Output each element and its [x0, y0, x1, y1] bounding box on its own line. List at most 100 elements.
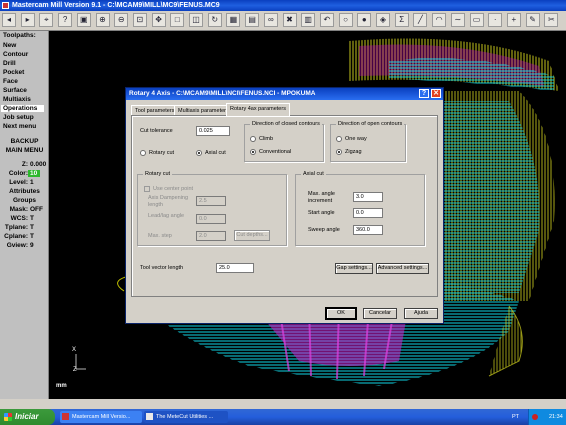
- tab-rotary-4ax-parameters[interactable]: Rotary 4ax parameters: [226, 103, 290, 116]
- dialog-title: Rotary 4 Axis - C:\MCAM9\MILL\NCI\FENUS.…: [129, 90, 316, 97]
- help-button[interactable]: Ajuda: [404, 308, 438, 319]
- unzoom-icon[interactable]: ⊖: [114, 13, 129, 27]
- line-icon[interactable]: ╱: [413, 13, 428, 27]
- start-label: Iniciar: [15, 412, 39, 421]
- max-step-input[interactable]: 2.0: [196, 231, 226, 241]
- rotary-cut-radio[interactable]: [140, 150, 146, 156]
- gview-icon[interactable]: ◫: [189, 13, 203, 27]
- axial-cut-radio[interactable]: [196, 150, 202, 156]
- axis-x-label: X: [72, 347, 77, 353]
- conventional-radio[interactable]: [250, 149, 256, 155]
- menu-item-drill[interactable]: Drill: [3, 60, 16, 67]
- sweep-angle-input[interactable]: 360.0: [353, 225, 383, 235]
- sigma-icon[interactable]: Σ: [394, 13, 409, 27]
- chain-icon[interactable]: ∞: [263, 13, 278, 27]
- select-icon[interactable]: ⌖: [39, 13, 54, 27]
- cut-depths-button[interactable]: Cut depths...: [234, 230, 270, 241]
- language-indicator[interactable]: PT: [512, 409, 519, 425]
- plus-icon[interactable]: +: [506, 13, 521, 27]
- arc-icon[interactable]: ◠: [432, 13, 447, 27]
- mastercam-icon: [2, 2, 9, 9]
- task-metecut[interactable]: The MeteCut Utilities ...: [144, 411, 228, 423]
- axial-cut-group: Axial cut Max. angle increment 3.0 Start…: [295, 170, 425, 246]
- open-contours-label: Direction of open contours: [336, 120, 405, 128]
- color-setting[interactable]: Color: 10: [2, 170, 47, 177]
- rectangle-icon[interactable]: ▭: [469, 13, 484, 27]
- print-icon[interactable]: ▤: [245, 13, 260, 27]
- task-mastercam[interactable]: Mastercam Mill Versio...: [60, 411, 142, 423]
- layer-icon[interactable]: ▥: [301, 13, 316, 27]
- zigzag-radio[interactable]: [336, 149, 342, 155]
- main-menu-button[interactable]: MAIN MENU: [3, 147, 46, 154]
- cplane-setting[interactable]: Cplane: T: [2, 233, 47, 240]
- zoom-icon[interactable]: ⊕: [95, 13, 110, 27]
- attributes-button[interactable]: Attributes: [3, 188, 46, 195]
- repaint-icon[interactable]: ▦: [226, 13, 241, 27]
- cut-tolerance-input[interactable]: 0.025: [196, 126, 230, 136]
- tab-multiaxis-parameters[interactable]: Multiaxis parameters: [174, 105, 233, 115]
- gap-settings-button[interactable]: Gap settings...: [335, 263, 373, 274]
- tab-tool-parameters[interactable]: Tool parameters: [131, 105, 179, 115]
- climb-radio[interactable]: [250, 136, 256, 142]
- status-strip: [0, 399, 566, 409]
- spline-icon[interactable]: ∼: [450, 13, 465, 27]
- axial-cut-label: Axial cut: [205, 150, 226, 156]
- metecut-task-icon: [146, 413, 153, 420]
- circle-icon[interactable]: ○: [338, 13, 353, 27]
- zoom-window-icon[interactable]: ⊡: [132, 13, 147, 27]
- mask-setting[interactable]: Mask: OFF: [2, 206, 47, 213]
- tray-icon[interactable]: [532, 414, 538, 420]
- gview-setting[interactable]: Gview: 9: [2, 242, 47, 249]
- toolpaths-menu-panel: Toolpaths: New Contour Drill Pocket Face…: [0, 31, 49, 399]
- start-angle-input[interactable]: 0.0: [353, 208, 383, 218]
- pan-icon[interactable]: ✥: [151, 13, 166, 27]
- z-depth-setting[interactable]: Z: 0.000: [2, 161, 47, 168]
- gview-top-icon[interactable]: ▣: [76, 13, 91, 27]
- wcs-setting[interactable]: WCS: T: [2, 215, 47, 222]
- start-button[interactable]: Iniciar: [0, 409, 55, 425]
- axis-dampening-input[interactable]: 2.5: [196, 196, 226, 206]
- menu-item-contour[interactable]: Contour: [3, 51, 28, 58]
- axial-cut-group-label: Axial cut: [301, 170, 326, 178]
- menu-item-operations[interactable]: Operations: [1, 105, 44, 112]
- mastercam-task-icon: [62, 413, 69, 420]
- tool-vector-input[interactable]: 25.0: [216, 263, 254, 273]
- tplane-setting[interactable]: Tplane: T: [2, 224, 47, 231]
- groups-button[interactable]: Groups: [3, 197, 46, 204]
- lead-lag-input[interactable]: 0.0: [196, 214, 226, 224]
- help-title-button[interactable]: ?: [419, 89, 429, 98]
- tool-vector-label: Tool vector length: [140, 265, 184, 271]
- forward-arrow-icon[interactable]: ▸: [20, 13, 35, 27]
- analyze-icon[interactable]: ◈: [376, 13, 390, 27]
- dialog-title-bar[interactable]: Rotary 4 Axis - C:\MCAM9\MILL\NCI\FENUS.…: [126, 88, 443, 100]
- rotary-cut-group-label: Rotary cut: [143, 170, 173, 178]
- screen-fit-icon[interactable]: □: [170, 13, 185, 27]
- max-angle-input[interactable]: 3.0: [353, 192, 383, 202]
- rotate-icon[interactable]: ↻: [207, 13, 222, 27]
- undo-icon[interactable]: ↶: [319, 13, 334, 27]
- advanced-settings-button[interactable]: Advanced settings...: [376, 263, 429, 274]
- close-icon[interactable]: ✕: [431, 89, 441, 98]
- backup-button[interactable]: BACKUP: [3, 138, 46, 145]
- menu-item-multiaxis[interactable]: Multiaxis: [3, 96, 31, 103]
- edit-icon[interactable]: ✎: [525, 13, 540, 27]
- use-center-point-checkbox[interactable]: [144, 186, 150, 192]
- closed-contours-label: Direction of closed contours: [250, 120, 322, 128]
- cancel-button[interactable]: Cancelar: [363, 308, 397, 319]
- point-icon[interactable]: ·: [488, 13, 503, 27]
- delete-icon[interactable]: ✖: [282, 13, 297, 27]
- menu-item-job-setup[interactable]: Job setup: [3, 114, 34, 121]
- trim-icon[interactable]: ✂: [544, 13, 559, 27]
- menu-item-next-menu[interactable]: Next menu: [3, 123, 36, 130]
- menu-item-surface[interactable]: Surface: [3, 87, 27, 94]
- ok-button[interactable]: OK: [325, 307, 357, 320]
- closed-contours-group: Direction of closed contours Climb Conve…: [244, 120, 324, 162]
- one-way-radio[interactable]: [336, 136, 342, 142]
- sphere-icon[interactable]: ●: [357, 13, 372, 27]
- level-setting[interactable]: Level: 1: [2, 179, 47, 186]
- menu-item-face[interactable]: Face: [3, 78, 18, 85]
- help-icon[interactable]: ?: [58, 13, 73, 27]
- menu-item-pocket[interactable]: Pocket: [3, 69, 24, 76]
- menu-item-new[interactable]: New: [3, 42, 16, 49]
- back-arrow-icon[interactable]: ◂: [2, 13, 16, 27]
